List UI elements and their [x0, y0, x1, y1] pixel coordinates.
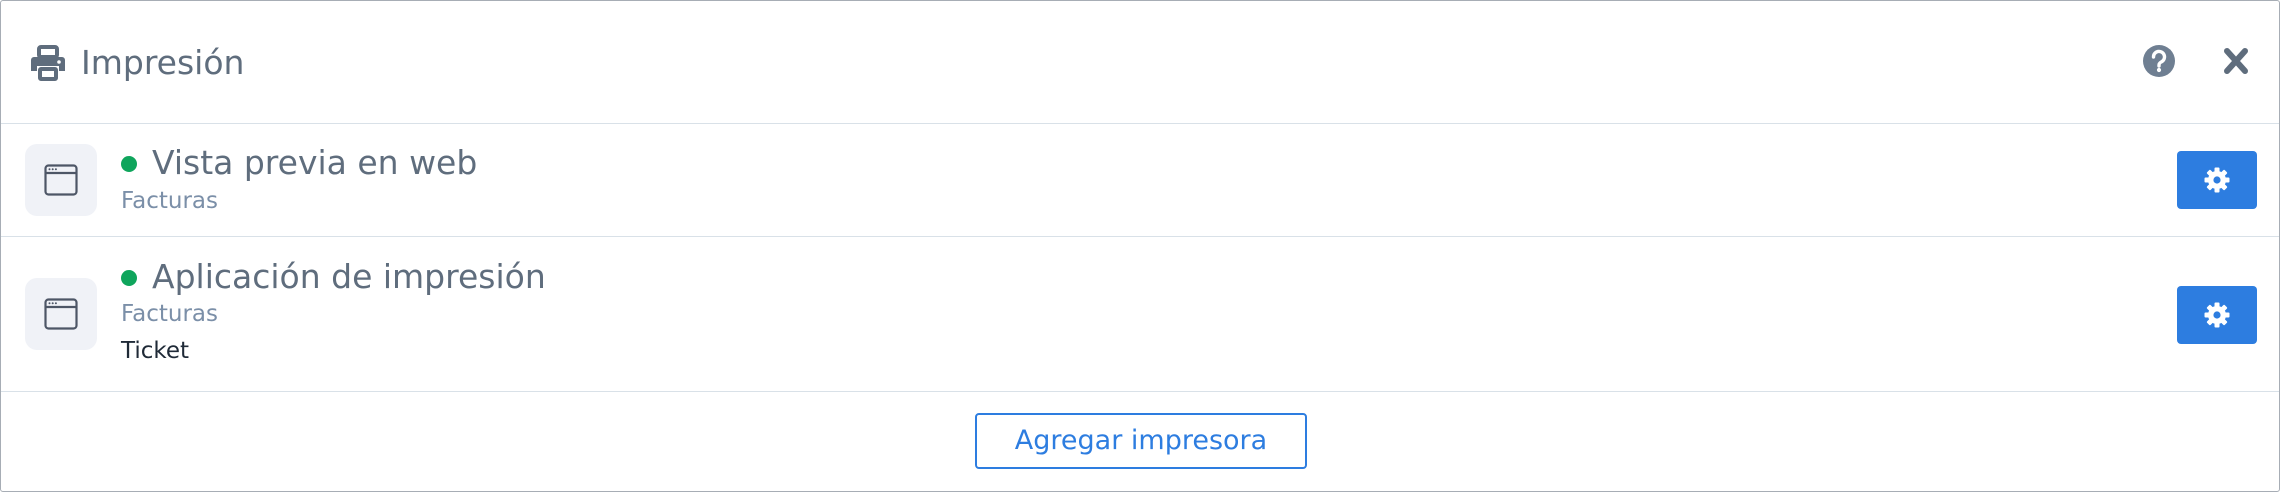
printer-icon: [31, 45, 65, 81]
print-dialog: Impresión Vista previa en web Facturas A…: [0, 0, 2280, 492]
printer-row: Aplicación de impresión Facturas Ticket: [1, 237, 2279, 392]
add-printer-button[interactable]: Agregar impresora: [975, 413, 1307, 469]
status-online-dot: [121, 156, 137, 172]
printer-row: Vista previa en web Facturas: [1, 124, 2279, 237]
dialog-title: Impresión: [81, 43, 245, 82]
dialog-header: Impresión: [1, 1, 2279, 124]
close-icon[interactable]: [2222, 46, 2250, 76]
document-type-label: Facturas: [121, 301, 218, 327]
printer-settings-button[interactable]: [2177, 151, 2257, 209]
question-circle-icon[interactable]: [2142, 44, 2176, 78]
status-online-dot: [121, 270, 137, 286]
browser-window-icon: [25, 144, 97, 216]
document-type-label: Ticket: [121, 338, 190, 364]
printer-settings-button[interactable]: [2177, 286, 2257, 344]
printer-name: Vista previa en web: [152, 143, 478, 182]
printer-name: Aplicación de impresión: [152, 257, 546, 296]
browser-window-icon: [25, 278, 97, 350]
document-type-label: Facturas: [121, 188, 218, 214]
